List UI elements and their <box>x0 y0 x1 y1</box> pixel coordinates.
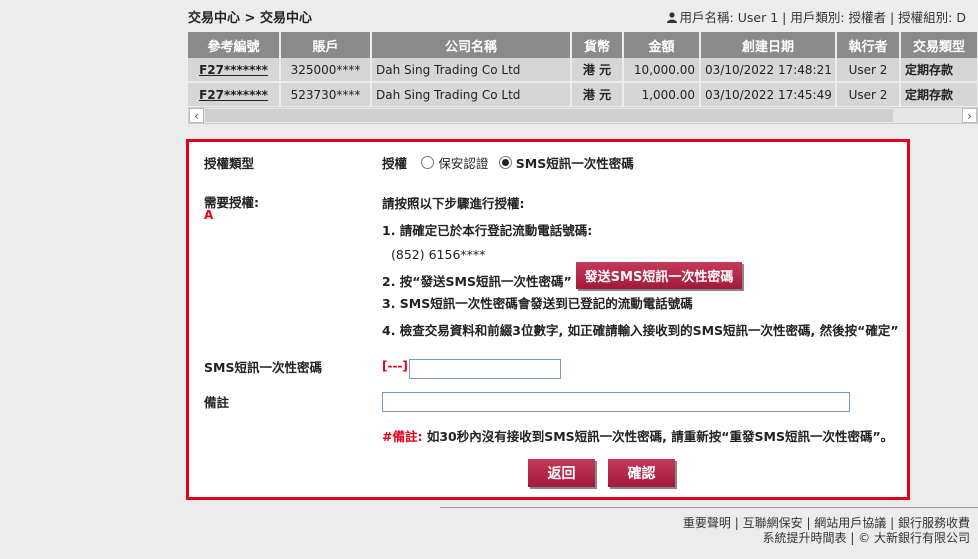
created-date-cell: 03/10/2022 17:48:21 <box>700 58 837 83</box>
amount-cell: 1,000.00 <box>623 82 701 108</box>
otp-label: SMS短訊一次性密碼 <box>204 360 322 375</box>
step-1: 1. 請確定已於本行登記流動電話號碼: <box>382 223 593 238</box>
currency-cell: 港 元 <box>571 58 624 83</box>
otp-prefix: [---] <box>382 359 408 373</box>
confirm-button[interactable]: 確認 <box>608 459 675 487</box>
table-row: F27******* 523730**** Dah Sing Trading C… <box>188 82 978 108</box>
footer-link-service-charges[interactable]: 銀行服務收費 <box>898 516 970 530</box>
table-row: F27******* 325000**** Dah Sing Trading C… <box>188 58 978 83</box>
transaction-table: 參考編號 賬戶 公司名稱 貨幣 金額 創建日期 執行者 交易類型 F27****… <box>188 32 978 108</box>
auth-type-options: 授權 保安認證 SMS短訊一次性密碼 <box>382 153 634 172</box>
col-header-currency[interactable]: 貨幣 <box>571 32 624 58</box>
remark-label: 備註 <box>204 395 230 410</box>
transaction-type-cell: 定期存款 <box>900 82 978 108</box>
back-button[interactable]: 返回 <box>528 459 595 487</box>
user-name: 用戶名稱: User 1 <box>679 10 779 25</box>
company-cell: Dah Sing Trading Co Ltd <box>371 82 572 108</box>
currency-cell: 港 元 <box>571 82 624 108</box>
remark-input[interactable] <box>382 392 850 412</box>
radio-token[interactable] <box>421 156 435 169</box>
step-2: 2. 按“發送SMS短訊一次性密碼” <box>382 274 572 289</box>
created-date-cell: 03/10/2022 17:45:49 <box>700 82 837 108</box>
radio-sms[interactable] <box>498 156 512 169</box>
step-3: 3. SMS短訊一次性密碼會發送到已登記的流動電話號碼 <box>382 296 693 311</box>
option-sms-label[interactable]: SMS短訊一次性密碼 <box>516 156 634 171</box>
footer-link-upgrade-schedule[interactable]: 系統提升時間表 <box>762 531 846 545</box>
note-text: 如30秒內沒有接收到SMS短訊一次性密碼, 請重新按“重發SMS短訊一次性密碼”… <box>426 429 894 444</box>
amount-cell: 10,000.00 <box>623 58 701 83</box>
auth-type-prefix: 授權 <box>382 156 408 171</box>
col-header-executor[interactable]: 執行者 <box>836 32 901 58</box>
step-4: 4. 檢查交易資料和前綴3位數字, 如正確請輸入接收到的SMS短訊一次性密碼, … <box>382 323 899 338</box>
footer-link-disclaimer[interactable]: 重要聲明 <box>683 516 731 530</box>
send-sms-otp-button[interactable]: 發送SMS短訊一次性密碼 <box>576 262 742 289</box>
registered-phone: (852) 6156**** <box>391 247 486 262</box>
executor-cell: User 2 <box>836 58 901 83</box>
authorization-panel: 授權類型 授權 保安認證 SMS短訊一次性密碼 需要授權: A 請按照以下步驟進… <box>186 139 910 500</box>
table-header-row: 參考編號 賬戶 公司名稱 貨幣 金額 創建日期 執行者 交易類型 <box>188 32 978 58</box>
account-cell: 325000**** <box>280 58 372 83</box>
scroll-right-icon[interactable]: › <box>962 108 977 123</box>
auth-instructions-intro: 請按照以下步驟進行授權: <box>382 196 525 211</box>
note-line: #備註: 如30秒內沒有接收到SMS短訊一次性密碼, 請重新按“重發SMS短訊一… <box>382 426 893 445</box>
transaction-type-cell: 定期存款 <box>900 58 978 83</box>
user-info: 用戶名稱: User 1 | 用戶類別: 授權者 | 授權組別: D <box>666 7 966 26</box>
required-auth-value: A <box>204 208 214 222</box>
otp-input[interactable] <box>409 359 561 379</box>
col-header-account[interactable]: 賬戶 <box>280 32 372 58</box>
breadcrumb: 交易中心 > 交易中心 <box>188 11 312 26</box>
col-header-company[interactable]: 公司名稱 <box>371 32 572 58</box>
col-header-transaction-type[interactable]: 交易類型 <box>900 32 978 58</box>
reference-link[interactable]: F27******* <box>199 88 268 102</box>
footer-divider <box>440 507 978 508</box>
user-type: | 用戶類別: 授權者 <box>782 10 887 25</box>
company-cell: Dah Sing Trading Co Ltd <box>371 58 572 83</box>
auth-type-label: 授權類型 <box>204 156 255 171</box>
reference-link[interactable]: F27******* <box>199 63 268 77</box>
footer-link-user-agreement[interactable]: 網站用戶協議 <box>814 516 886 530</box>
footer: 重要聲明 | 互聯網保安 | 網站用戶協議 | 銀行服務收費 系統提升時間表 |… <box>683 516 970 546</box>
col-header-reference[interactable]: 參考編號 <box>188 32 281 58</box>
col-header-amount[interactable]: 金額 <box>623 32 701 58</box>
footer-link-internet-security[interactable]: 互聯網保安 <box>743 516 803 530</box>
scrollbar-thumb[interactable] <box>205 109 893 122</box>
auth-group: | 授權組別: D <box>890 10 966 25</box>
executor-cell: User 2 <box>836 82 901 108</box>
horizontal-scrollbar[interactable]: ‹ › <box>188 107 978 124</box>
account-cell: 523730**** <box>280 82 372 108</box>
footer-copyright: | © 大新銀行有限公司 <box>850 531 970 545</box>
user-icon <box>666 11 677 23</box>
note-label: #備註: <box>382 429 423 444</box>
col-header-created-date[interactable]: 創建日期 <box>700 32 837 58</box>
footer-row-2: 系統提升時間表 | © 大新銀行有限公司 <box>683 531 970 546</box>
scroll-left-icon[interactable]: ‹ <box>189 108 204 123</box>
footer-links-row: 重要聲明 | 互聯網保安 | 網站用戶協議 | 銀行服務收費 <box>682 516 970 530</box>
option-token-label[interactable]: 保安認證 <box>438 156 488 171</box>
